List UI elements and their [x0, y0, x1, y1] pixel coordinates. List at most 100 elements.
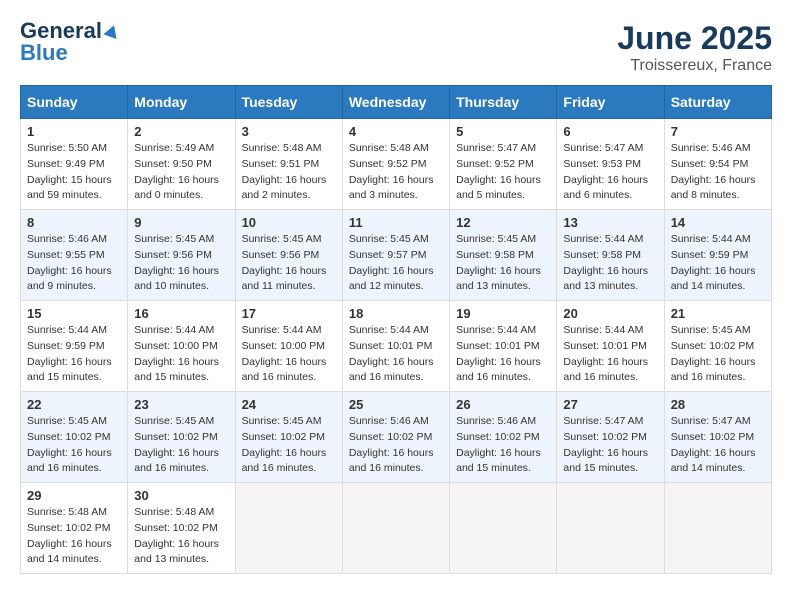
- day-number: 18: [349, 306, 443, 321]
- title-block: June 2025 Troissereux, France: [617, 20, 772, 75]
- location-title: Troissereux, France: [617, 57, 772, 75]
- day-number: 6: [563, 124, 657, 139]
- calendar-header-row: SundayMondayTuesdayWednesdayThursdayFrid…: [21, 86, 772, 119]
- day-info: Sunrise: 5:44 AMSunset: 10:01 PMDaylight…: [349, 323, 443, 386]
- day-number: 8: [27, 215, 121, 230]
- day-cell-5: 5 Sunrise: 5:47 AMSunset: 9:52 PMDaylight…: [450, 119, 557, 210]
- day-number: 16: [134, 306, 228, 321]
- column-header-saturday: Saturday: [664, 86, 771, 119]
- day-info: Sunrise: 5:45 AMSunset: 10:02 PMDaylight…: [671, 323, 765, 386]
- day-cell-6: 6 Sunrise: 5:47 AMSunset: 9:53 PMDaylight…: [557, 119, 664, 210]
- day-number: 24: [242, 397, 336, 412]
- day-cell-25: 25 Sunrise: 5:46 AMSunset: 10:02 PMDaylig…: [342, 392, 449, 483]
- day-number: 14: [671, 215, 765, 230]
- day-info: Sunrise: 5:47 AMSunset: 9:52 PMDaylight:…: [456, 141, 550, 204]
- column-header-monday: Monday: [128, 86, 235, 119]
- day-cell-26: 26 Sunrise: 5:46 AMSunset: 10:02 PMDaylig…: [450, 392, 557, 483]
- day-info: Sunrise: 5:44 AMSunset: 9:58 PMDaylight:…: [563, 232, 657, 295]
- day-info: Sunrise: 5:44 AMSunset: 10:00 PMDaylight…: [134, 323, 228, 386]
- column-header-sunday: Sunday: [21, 86, 128, 119]
- day-info: Sunrise: 5:47 AMSunset: 10:02 PMDaylight…: [671, 414, 765, 477]
- logo-general-text: General: [20, 20, 102, 42]
- calendar-table: SundayMondayTuesdayWednesdayThursdayFrid…: [20, 85, 772, 574]
- calendar-week-1: 1 Sunrise: 5:50 AMSunset: 9:49 PMDaylight…: [21, 119, 772, 210]
- logo-icon: [103, 23, 120, 39]
- day-number: 12: [456, 215, 550, 230]
- empty-cell: [557, 483, 664, 574]
- day-cell-9: 9Sunrise: 5:45 AMSunset: 9:56 PMDaylight…: [128, 210, 235, 301]
- calendar-week-5: 29Sunrise: 5:48 AMSunset: 10:02 PMDaylig…: [21, 483, 772, 574]
- day-number: 10: [242, 215, 336, 230]
- day-number: 5: [456, 124, 550, 139]
- day-number: 4: [349, 124, 443, 139]
- day-cell-22: 22Sunrise: 5:45 AMSunset: 10:02 PMDaylig…: [21, 392, 128, 483]
- column-header-friday: Friday: [557, 86, 664, 119]
- day-info: Sunrise: 5:45 AMSunset: 9:56 PMDaylight:…: [242, 232, 336, 295]
- calendar-week-4: 22 Sunrise: 5:45 AMSunset: 10:02 PMDaylig…: [21, 392, 772, 483]
- day-info: Sunrise: 5:44 AMSunset: 9:59 PMDaylight:…: [27, 323, 121, 386]
- day-cell-24: 24 Sunrise: 5:45 AMSunset: 10:02 PMDaylig…: [235, 392, 342, 483]
- calendar-week-2: 8Sunrise: 5:46 AMSunset: 9:55 PMDaylight…: [21, 210, 772, 301]
- day-cell-20: 20 Sunrise: 5:44 AMSunset: 10:01 PMDaylig…: [557, 301, 664, 392]
- day-info: Sunrise: 5:48 AMSunset: 9:52 PMDaylight:…: [349, 141, 443, 204]
- day-number: 17: [242, 306, 336, 321]
- day-number: 25: [349, 397, 443, 412]
- logo-blue-text: Blue: [20, 42, 68, 64]
- day-number: 13: [563, 215, 657, 230]
- day-info: Sunrise: 5:44 AMSunset: 10:00 PMDaylight…: [242, 323, 336, 386]
- day-cell-3: 3Sunrise: 5:48 AMSunset: 9:51 PMDaylight…: [235, 119, 342, 210]
- day-info: Sunrise: 5:49 AMSunset: 9:50 PMDaylight:…: [134, 141, 228, 204]
- day-number: 1: [27, 124, 121, 139]
- column-header-wednesday: Wednesday: [342, 86, 449, 119]
- day-info: Sunrise: 5:48 AMSunset: 9:51 PMDaylight:…: [242, 141, 336, 204]
- empty-cell: [342, 483, 449, 574]
- day-info: Sunrise: 5:46 AMSunset: 10:02 PMDaylight…: [349, 414, 443, 477]
- day-number: 2: [134, 124, 228, 139]
- day-cell-27: 27 Sunrise: 5:47 AMSunset: 10:02 PMDaylig…: [557, 392, 664, 483]
- day-info: Sunrise: 5:47 AMSunset: 10:02 PMDaylight…: [563, 414, 657, 477]
- day-cell-7: 7Sunrise: 5:46 AMSunset: 9:54 PMDaylight…: [664, 119, 771, 210]
- page-header: General Blue June 2025 Troissereux, Fran…: [20, 20, 772, 75]
- day-cell-15: 15 Sunrise: 5:44 AMSunset: 9:59 PMDayligh…: [21, 301, 128, 392]
- empty-cell: [664, 483, 771, 574]
- day-info: Sunrise: 5:48 AMSunset: 10:02 PMDaylight…: [27, 505, 121, 568]
- day-cell-30: 30Sunrise: 5:48 AMSunset: 10:02 PMDaylig…: [128, 483, 235, 574]
- day-info: Sunrise: 5:46 AMSunset: 9:54 PMDaylight:…: [671, 141, 765, 204]
- day-cell-8: 8Sunrise: 5:46 AMSunset: 9:55 PMDaylight…: [21, 210, 128, 301]
- day-cell-13: 13 Sunrise: 5:44 AMSunset: 9:58 PMDayligh…: [557, 210, 664, 301]
- day-number: 23: [134, 397, 228, 412]
- day-number: 22: [27, 397, 121, 412]
- month-title: June 2025: [617, 20, 772, 57]
- day-cell-19: 19Sunrise: 5:44 AMSunset: 10:01 PMDaylig…: [450, 301, 557, 392]
- day-cell-21: 21 Sunrise: 5:45 AMSunset: 10:02 PMDaylig…: [664, 301, 771, 392]
- day-cell-14: 14 Sunrise: 5:44 AMSunset: 9:59 PMDayligh…: [664, 210, 771, 301]
- day-info: Sunrise: 5:45 AMSunset: 9:57 PMDaylight:…: [349, 232, 443, 295]
- day-cell-4: 4 Sunrise: 5:48 AMSunset: 9:52 PMDaylight…: [342, 119, 449, 210]
- day-number: 27: [563, 397, 657, 412]
- day-number: 20: [563, 306, 657, 321]
- day-cell-16: 16 Sunrise: 5:44 AMSunset: 10:00 PMDaylig…: [128, 301, 235, 392]
- day-info: Sunrise: 5:45 AMSunset: 10:02 PMDaylight…: [242, 414, 336, 477]
- day-cell-2: 2 Sunrise: 5:49 AMSunset: 9:50 PMDaylight…: [128, 119, 235, 210]
- day-cell-11: 11 Sunrise: 5:45 AMSunset: 9:57 PMDayligh…: [342, 210, 449, 301]
- day-info: Sunrise: 5:44 AMSunset: 9:59 PMDaylight:…: [671, 232, 765, 295]
- day-number: 28: [671, 397, 765, 412]
- day-number: 9: [134, 215, 228, 230]
- day-number: 11: [349, 215, 443, 230]
- calendar-week-3: 15 Sunrise: 5:44 AMSunset: 9:59 PMDayligh…: [21, 301, 772, 392]
- day-number: 19: [456, 306, 550, 321]
- day-cell-23: 23Sunrise: 5:45 AMSunset: 10:02 PMDaylig…: [128, 392, 235, 483]
- day-info: Sunrise: 5:47 AMSunset: 9:53 PMDaylight:…: [563, 141, 657, 204]
- empty-cell: [235, 483, 342, 574]
- day-cell-28: 28 Sunrise: 5:47 AMSunset: 10:02 PMDaylig…: [664, 392, 771, 483]
- day-info: Sunrise: 5:44 AMSunset: 10:01 PMDaylight…: [563, 323, 657, 386]
- column-header-thursday: Thursday: [450, 86, 557, 119]
- day-info: Sunrise: 5:46 AMSunset: 10:02 PMDaylight…: [456, 414, 550, 477]
- empty-cell: [450, 483, 557, 574]
- day-info: Sunrise: 5:48 AMSunset: 10:02 PMDaylight…: [134, 505, 228, 568]
- day-number: 26: [456, 397, 550, 412]
- day-info: Sunrise: 5:50 AMSunset: 9:49 PMDaylight:…: [27, 141, 121, 204]
- day-number: 15: [27, 306, 121, 321]
- day-number: 21: [671, 306, 765, 321]
- logo: General Blue: [20, 20, 119, 64]
